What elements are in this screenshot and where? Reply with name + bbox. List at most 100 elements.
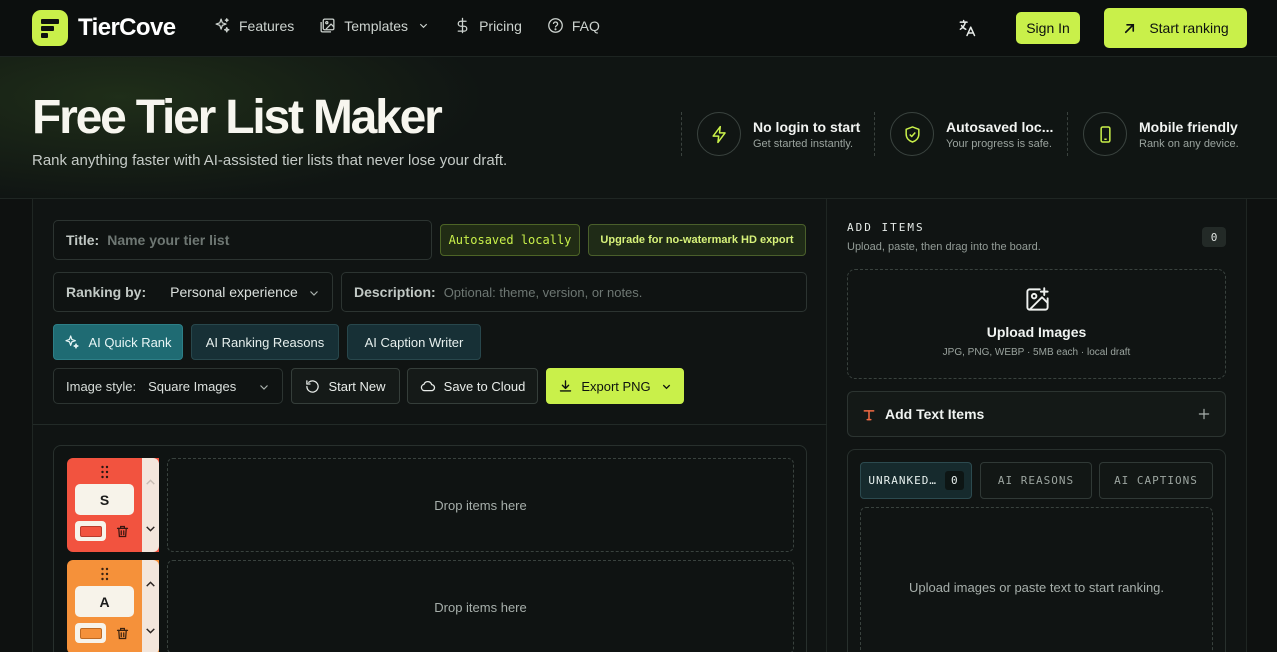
- page-subtitle: Rank anything faster with AI-assisted ti…: [32, 152, 508, 169]
- language-button[interactable]: [957, 18, 977, 38]
- chevron-down-icon: [310, 291, 318, 296]
- trash-icon[interactable]: [115, 626, 130, 641]
- upload-title: Upload Images: [986, 324, 1087, 340]
- start-ranking-button[interactable]: Start ranking: [1104, 8, 1247, 48]
- image-style-select[interactable]: Image style: Square Images: [53, 368, 283, 404]
- hero: Free Tier List Maker Rank anything faste…: [0, 57, 1277, 199]
- drag-handle-icon[interactable]: [100, 567, 110, 581]
- save-to-cloud-button[interactable]: Save to Cloud: [407, 368, 538, 404]
- description-input[interactable]: [443, 284, 774, 300]
- nav-faq[interactable]: FAQ: [547, 17, 600, 34]
- feature-title: No login to start: [753, 118, 861, 135]
- nav-templates-label: Templates: [344, 17, 409, 34]
- unranked-drop-zone[interactable]: Upload images or paste text to start ran…: [860, 507, 1213, 652]
- description-label: Description:: [354, 284, 436, 300]
- tier-row-s: S Drop items here: [67, 458, 795, 552]
- title-label: Title:: [66, 232, 100, 248]
- chevron-up-icon[interactable]: [144, 578, 157, 591]
- nav-links: Features Templates Pricing FAQ: [214, 17, 625, 34]
- title-input[interactable]: [107, 232, 388, 248]
- save-to-cloud-label: Save to Cloud: [443, 378, 526, 394]
- start-new-label: Start New: [328, 378, 386, 394]
- ai-quick-rank-button[interactable]: AI Quick Rank: [53, 324, 183, 360]
- tier-drop-zone[interactable]: Drop items here: [167, 560, 794, 652]
- image-style-value: Square Images: [148, 378, 237, 394]
- page-title: Free Tier List Maker: [32, 91, 443, 144]
- sparkles-icon: [65, 335, 80, 349]
- cloud-icon: [420, 381, 435, 392]
- logo-mark-icon: [32, 10, 68, 46]
- tier-color-picker[interactable]: [75, 521, 106, 541]
- images-icon: [320, 18, 335, 33]
- tier-move-controls: [142, 458, 159, 552]
- ai-ranking-reasons-button[interactable]: AI Ranking Reasons: [191, 324, 339, 360]
- feature-title: Autosaved loc...: [946, 118, 1054, 135]
- ranking-label: Ranking by:: [66, 284, 147, 300]
- item-count-badge: 0: [1202, 227, 1226, 247]
- editor-controls: Title: Autosaved locally Upgrade for no-…: [33, 199, 827, 425]
- nav-pricing-label: Pricing: [479, 17, 522, 34]
- sign-in-button[interactable]: Sign In: [1016, 12, 1080, 44]
- brand-name: TierCove: [78, 14, 176, 41]
- image-plus-icon: [1026, 287, 1049, 311]
- top-nav: TierCove Features Templates Pricing FAQ …: [0, 0, 1277, 57]
- upload-subtitle: JPG, PNG, WEBP · 5MB each · local draft: [942, 347, 1131, 358]
- dollar-icon: [457, 17, 468, 34]
- title-field[interactable]: Title:: [53, 220, 432, 260]
- nav-templates[interactable]: Templates: [319, 17, 429, 34]
- chevron-up-icon[interactable]: [144, 476, 157, 489]
- ranking-select[interactable]: Ranking by: Personal experience: [53, 272, 333, 312]
- description-field[interactable]: Description:: [341, 272, 807, 312]
- nav-features[interactable]: Features: [214, 17, 294, 34]
- text-icon: [863, 410, 875, 421]
- start-new-button[interactable]: Start New: [291, 368, 400, 404]
- feature-sub: Rank on any device.: [1139, 137, 1239, 150]
- ai-caption-writer-button[interactable]: AI Caption Writer: [347, 324, 481, 360]
- sparkles-icon: [215, 18, 230, 33]
- add-items-panel: ADD ITEMS Upload, paste, then drag into …: [827, 199, 1247, 652]
- items-pool: UNRANKED… 0 AI REASONS AI CAPTIONS Uploa…: [847, 449, 1226, 652]
- tier-move-controls: [142, 560, 159, 652]
- export-png-button[interactable]: Export PNG: [546, 368, 684, 404]
- tab-ai-reasons[interactable]: AI REASONS: [980, 462, 1092, 499]
- tier-drop-zone[interactable]: Drop items here: [167, 458, 794, 552]
- drag-handle-icon[interactable]: [100, 465, 110, 479]
- tab-unranked[interactable]: UNRANKED… 0: [860, 462, 972, 499]
- start-ranking-label: Start ranking: [1149, 20, 1229, 36]
- upgrade-badge[interactable]: Upgrade for no-watermark HD export: [588, 224, 806, 256]
- tier-board: S Drop items here A Drop items here: [53, 445, 807, 652]
- add-items-title: ADD ITEMS: [847, 221, 925, 234]
- nav-faq-label: FAQ: [571, 17, 600, 34]
- chevron-down-icon: [260, 385, 268, 390]
- arrow-up-right-icon: [1125, 23, 1135, 33]
- logo[interactable]: TierCove: [32, 10, 176, 46]
- tier-name[interactable]: S: [75, 484, 134, 515]
- help-circle-icon: [547, 18, 563, 33]
- tier-row-a: A Drop items here: [67, 560, 795, 652]
- download-icon: [560, 379, 572, 392]
- tier-name[interactable]: A: [75, 586, 134, 617]
- refresh-icon: [306, 379, 320, 393]
- add-text-items-button[interactable]: Add Text Items: [847, 391, 1226, 437]
- tab-ai-captions[interactable]: AI CAPTIONS: [1099, 462, 1213, 499]
- feature-sub: Your progress is safe.: [946, 137, 1052, 150]
- trash-icon[interactable]: [115, 524, 130, 539]
- nav-pricing[interactable]: Pricing: [454, 17, 522, 34]
- tier-color-picker[interactable]: [75, 623, 106, 643]
- ranking-value: Personal experience: [170, 284, 298, 300]
- tab-unranked-label: UNRANKED…: [868, 474, 937, 487]
- chevron-down-icon: [662, 384, 670, 389]
- feature-sub: Get started instantly.: [753, 137, 854, 150]
- chevron-down-icon[interactable]: [144, 522, 157, 535]
- feature-no-login: No login to start Get started instantly.: [681, 112, 860, 156]
- shield-check-icon: [904, 125, 920, 143]
- feature-title: Mobile friendly: [1139, 118, 1238, 135]
- lightning-icon: [711, 125, 726, 143]
- add-text-items-label: Add Text Items: [885, 406, 985, 422]
- chevron-down-icon[interactable]: [144, 624, 157, 637]
- feature-autosave: Autosaved loc... Your progress is safe.: [874, 112, 1053, 156]
- autosaved-badge: Autosaved locally: [440, 224, 580, 256]
- translate-icon: [959, 19, 976, 37]
- upload-images-dropzone[interactable]: Upload Images JPG, PNG, WEBP · 5MB each …: [847, 269, 1226, 379]
- export-png-label: Export PNG: [581, 378, 651, 394]
